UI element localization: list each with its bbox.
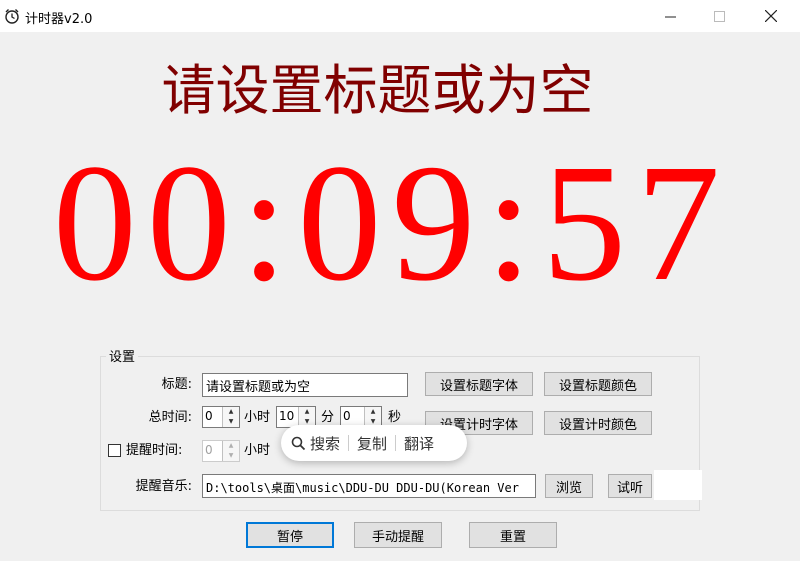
hours-value: 0 [205, 409, 213, 423]
blank-overlay [654, 470, 702, 500]
set-title-color-button[interactable]: 设置标题颜色 [544, 372, 652, 396]
popup-separator [348, 435, 350, 451]
popup-translate-label: 翻译 [404, 434, 435, 453]
close-button[interactable] [748, 0, 794, 32]
popup-search-button[interactable]: 搜索 [291, 433, 340, 454]
title-bar: 计时器v2.0 [0, 0, 800, 32]
text-selection-popup: 搜索 复制 翻译 [281, 425, 467, 461]
set-title-font-button[interactable]: 设置标题字体 [425, 372, 533, 396]
title-input[interactable]: 请设置标题或为空 [202, 373, 408, 397]
display-title: 请设置标题或为空 [161, 59, 594, 122]
remind-hours-value: 0 [205, 443, 213, 457]
spin-down-icon[interactable]: ▼ [223, 451, 239, 461]
minutes-unit-label: 分 [321, 410, 335, 425]
settings-group-label: 设置 [106, 346, 139, 365]
spin-down-icon[interactable]: ▼ [223, 417, 239, 427]
minutes-spinner-arrows[interactable]: ▲ ▼ [298, 407, 315, 427]
maximize-button[interactable] [696, 0, 742, 32]
alarm-clock-icon [5, 9, 19, 24]
spin-up-icon[interactable]: ▲ [223, 407, 239, 417]
seconds-spinner-arrows[interactable]: ▲ ▼ [364, 407, 381, 427]
seconds-value: 0 [343, 409, 351, 423]
popup-copy-button[interactable]: 复制 [357, 433, 387, 454]
hours-unit-label: 小时 [244, 410, 271, 425]
minutes-value: 10 [279, 409, 295, 423]
reset-button[interactable]: 重置 [469, 522, 557, 548]
popup-copy-label: 复制 [357, 434, 388, 453]
pause-button[interactable]: 暂停 [246, 522, 334, 548]
remind-hours-unit-label: 小时 [244, 443, 271, 458]
browse-button[interactable]: 浏览 [545, 474, 593, 498]
music-label: 提醒音乐: [135, 479, 192, 494]
remind-spinner-arrows[interactable]: ▲ ▼ [222, 441, 239, 461]
spin-up-icon[interactable]: ▲ [365, 407, 381, 417]
set-timer-color-button[interactable]: 设置计时颜色 [544, 411, 652, 435]
title-label: 标题: [161, 377, 192, 392]
maximize-icon [713, 10, 725, 22]
listen-button[interactable]: 试听 [608, 474, 652, 498]
music-path-input[interactable]: D:\tools\桌面\music\DDU-DU DDU-DU(Korean V… [202, 474, 536, 498]
seconds-unit-label: 秒 [388, 410, 402, 425]
remind-time-label: 提醒时间: [126, 443, 183, 458]
minimize-icon [664, 16, 676, 17]
remind-hours-spinner[interactable]: 0 ▲ ▼ [202, 440, 240, 462]
manual-remind-button[interactable]: 手动提醒 [354, 522, 442, 548]
close-icon [765, 10, 777, 22]
countdown-display: 00:09:57 [52, 130, 731, 316]
popup-search-label: 搜索 [310, 434, 341, 453]
minimize-button[interactable] [647, 0, 693, 32]
window-title: 计时器v2.0 [25, 12, 93, 27]
search-icon [291, 436, 306, 450]
hours-spinner-arrows[interactable]: ▲ ▼ [222, 407, 239, 427]
popup-translate-button[interactable]: 翻译 [404, 433, 434, 454]
hours-spinner[interactable]: 0 ▲ ▼ [202, 406, 240, 428]
remind-checkbox[interactable] [108, 444, 121, 457]
total-time-label: 总时间: [148, 410, 192, 425]
spin-up-icon[interactable]: ▲ [299, 407, 315, 417]
popup-separator [395, 435, 397, 451]
spin-up-icon[interactable]: ▲ [223, 441, 239, 451]
